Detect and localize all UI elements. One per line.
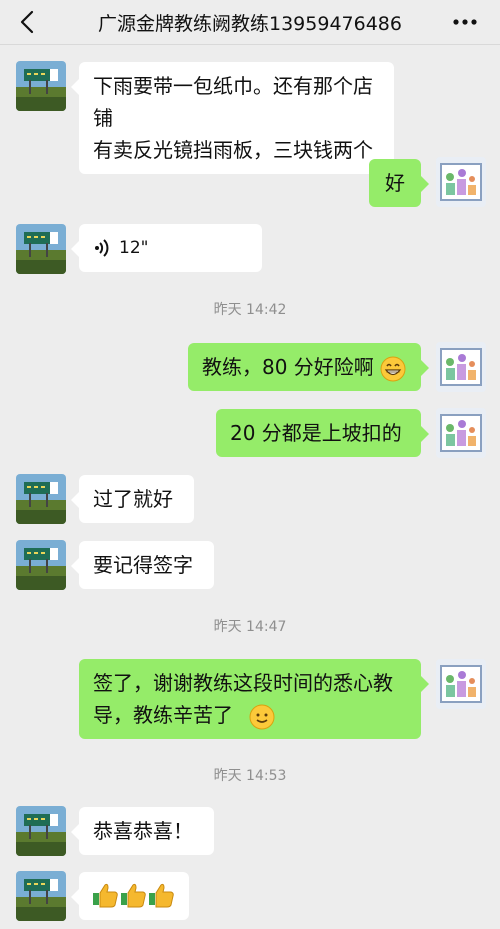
timestamp: 昨天 14:42: [213, 302, 287, 318]
more-dots-icon[interactable]: [450, 8, 480, 36]
message-line: 导，教练辛苦了: [93, 703, 233, 727]
smile-emoji: [249, 704, 275, 729]
message-bubble[interactable]: 20 分都是上坡扣的: [216, 409, 429, 457]
contact-avatar[interactable]: [16, 871, 66, 921]
chevron-left-icon[interactable]: [14, 8, 42, 36]
message-text: 教练，80 分好险啊: [202, 355, 374, 379]
message-bubble[interactable]: 要记得签字: [71, 541, 214, 589]
message-text: 过了就好: [93, 487, 173, 511]
message-text: 要记得签字: [93, 553, 193, 577]
chat-title: 广源金牌教练阙教练13959476486: [98, 13, 402, 35]
message-line: 签了，谢谢教练这段时间的悉心教: [93, 671, 393, 695]
message-text: 恭喜恭喜！: [93, 819, 193, 843]
thumbs-up-emoji: [93, 883, 174, 908]
message-text: 20 分都是上坡扣的: [230, 421, 402, 445]
my-avatar[interactable]: [436, 157, 486, 207]
message-line: 有卖反光镜挡雨板，三块钱两个: [93, 138, 373, 162]
message-bubble[interactable]: 恭喜恭喜！: [71, 807, 214, 855]
my-avatar[interactable]: [436, 659, 486, 709]
contact-avatar[interactable]: [16, 224, 66, 274]
message-text: 好: [385, 171, 405, 195]
grin-emoji: [380, 356, 406, 381]
contact-avatar[interactable]: [16, 806, 66, 856]
message-bubble[interactable]: 教练，80 分好险啊: [188, 343, 429, 391]
timestamp: 昨天 14:53: [213, 768, 287, 784]
chat-header: 广源金牌教练阙教练13959476486: [0, 0, 500, 45]
voice-wave-icon: [95, 239, 109, 257]
contact-avatar[interactable]: [16, 474, 66, 524]
voice-message[interactable]: 12": [71, 224, 262, 272]
thumbs-up-message[interactable]: [71, 872, 189, 920]
voice-duration: 12": [119, 238, 149, 258]
message-bubble[interactable]: 下雨要带一包纸巾。还有那个店铺 有卖反光镜挡雨板，三块钱两个: [71, 62, 394, 174]
timestamp: 昨天 14:47: [213, 619, 287, 635]
contact-avatar[interactable]: [16, 61, 66, 111]
contact-avatar[interactable]: [16, 540, 66, 590]
my-avatar[interactable]: [436, 342, 486, 392]
message-line: 下雨要带一包纸巾。还有那个店铺: [93, 74, 373, 130]
message-bubble[interactable]: 签了，谢谢教练这段时间的悉心教 导，教练辛苦了: [79, 659, 429, 739]
message-bubble[interactable]: 过了就好: [71, 475, 194, 523]
my-avatar[interactable]: [436, 408, 486, 458]
message-bubble[interactable]: 好: [369, 159, 429, 207]
